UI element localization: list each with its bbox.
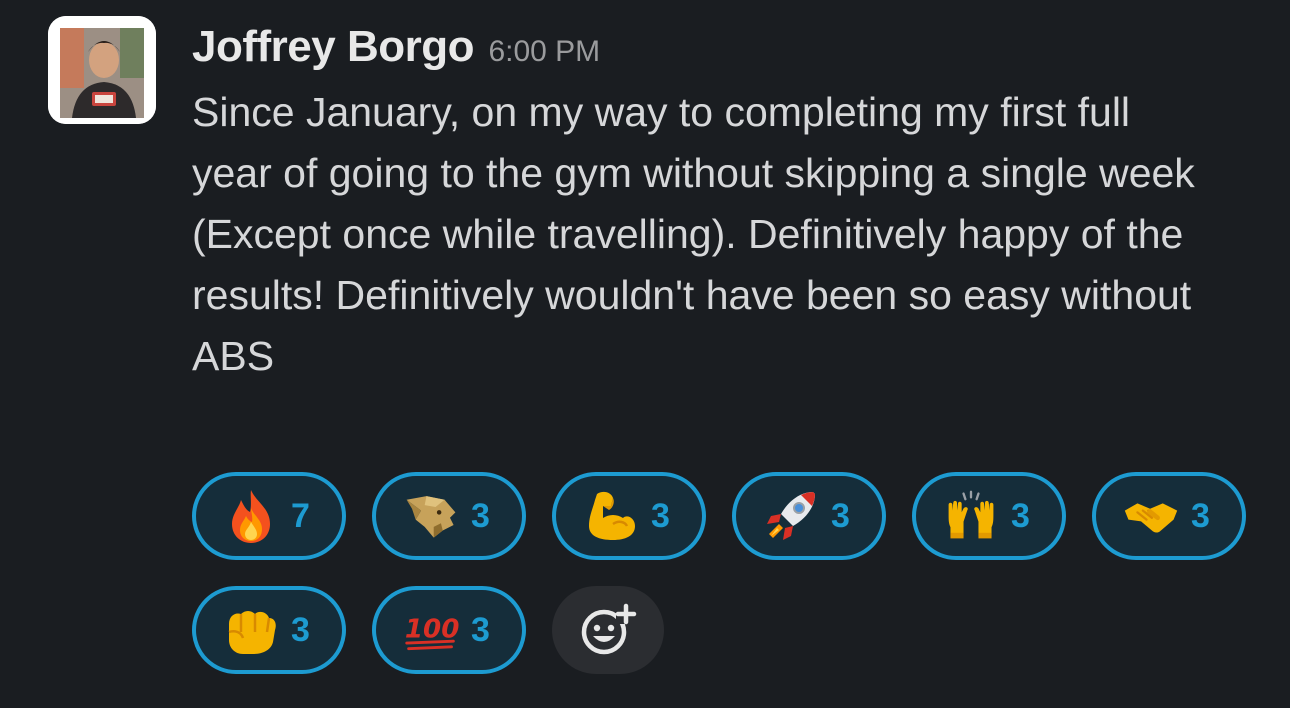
reaction-rocket[interactable]: 3: [732, 472, 886, 560]
hundred-points-emoji-icon: 100: [403, 602, 459, 658]
reactions-bar: 7 3 3 3 3 3 3 100 3: [192, 472, 1252, 700]
fire-emoji-icon: [223, 488, 279, 544]
handshake-emoji-icon: [1123, 488, 1179, 544]
add-reaction-button[interactable]: [552, 586, 664, 674]
reaction-muscle[interactable]: 3: [552, 472, 706, 560]
reaction-count: 3: [651, 496, 670, 535]
message-timestamp[interactable]: 6:00 PM: [488, 35, 600, 69]
author-name[interactable]: Joffrey Borgo: [192, 22, 474, 72]
reaction-count: 3: [1011, 496, 1030, 535]
message-text: Since January, on my way to completing m…: [192, 89, 1195, 379]
reaction-raised-hands[interactable]: 3: [912, 472, 1066, 560]
reaction-count: 3: [831, 496, 850, 535]
lion-logo-emoji-icon: [403, 488, 459, 544]
oncoming-fist-emoji-icon: [223, 602, 279, 658]
reaction-lion[interactable]: 3: [372, 472, 526, 560]
reaction-row: 3 100 3: [192, 586, 1252, 674]
reaction-hundred[interactable]: 100 3: [372, 586, 526, 674]
flexed-biceps-emoji-icon: [583, 488, 639, 544]
message-container: Joffrey Borgo 6:00 PM Since January, on …: [0, 0, 1290, 708]
rocket-emoji-icon: [763, 488, 819, 544]
avatar-photo: [48, 16, 156, 124]
reaction-count: 7: [291, 496, 310, 535]
message-header: Joffrey Borgo 6:00 PM: [192, 22, 600, 72]
reaction-count: 3: [471, 496, 490, 535]
add-reaction-icon: [581, 603, 637, 655]
reaction-row: 7 3 3 3 3 3: [192, 472, 1252, 560]
reaction-fist[interactable]: 3: [192, 586, 346, 674]
raising-hands-emoji-icon: [943, 488, 999, 544]
reaction-count: 3: [1191, 496, 1210, 535]
reaction-handshake[interactable]: 3: [1092, 472, 1246, 560]
reaction-count: 3: [291, 610, 310, 649]
avatar[interactable]: [48, 16, 156, 124]
reaction-fire[interactable]: 7: [192, 472, 346, 560]
reaction-count: 3: [471, 610, 490, 649]
